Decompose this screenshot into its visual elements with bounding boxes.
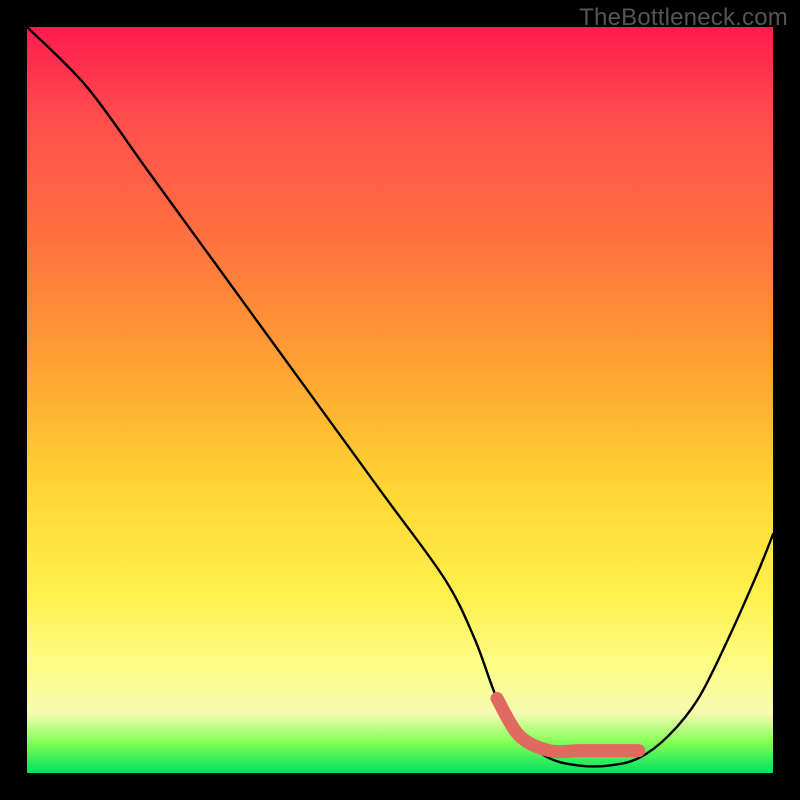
bottleneck-curve	[27, 27, 773, 773]
chart-plot-area	[27, 27, 773, 773]
chart-frame: TheBottleneck.com	[0, 0, 800, 800]
curve-highlight	[497, 698, 639, 751]
curve-line	[27, 27, 773, 766]
watermark-text: TheBottleneck.com	[579, 4, 788, 32]
